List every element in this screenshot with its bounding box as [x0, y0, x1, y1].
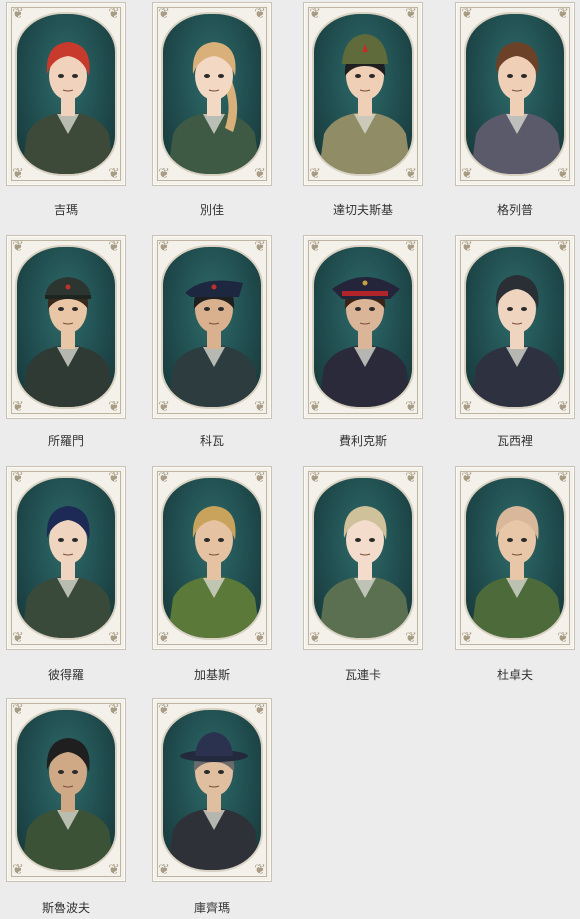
character-figure	[318, 506, 412, 638]
character-name: 杜卓夫	[496, 668, 533, 682]
character-name: 科瓦	[199, 434, 224, 448]
character-portrait	[464, 245, 566, 409]
character-figure	[21, 277, 115, 407]
character-card[interactable]: ❦ ❦ ❦ ❦	[6, 2, 126, 186]
character-figure	[318, 34, 412, 174]
character-figure	[21, 42, 115, 174]
character-card[interactable]: ❦ ❦ ❦ ❦	[152, 698, 272, 882]
character-portrait	[312, 476, 414, 640]
character-card[interactable]: ❦ ❦ ❦ ❦	[303, 2, 423, 186]
character-name: 瓦西裡	[496, 434, 533, 448]
character-figure	[470, 42, 564, 174]
character-portrait	[161, 12, 263, 176]
character-portrait	[15, 12, 117, 176]
character-name: 費利克斯	[338, 434, 387, 448]
character-figure	[167, 42, 261, 174]
character-name: 庫齊瑪	[193, 901, 230, 915]
character-card[interactable]: ❦ ❦ ❦ ❦	[455, 2, 575, 186]
character-card[interactable]: ❦ ❦ ❦ ❦	[6, 466, 126, 650]
character-figure	[21, 506, 115, 638]
character-name: 格列普	[496, 203, 533, 217]
character-portrait	[15, 245, 117, 409]
character-portrait	[312, 12, 414, 176]
character-portrait	[464, 476, 566, 640]
character-name: 別佳	[199, 203, 224, 217]
character-card[interactable]: ❦ ❦ ❦ ❦	[152, 466, 272, 650]
character-figure	[167, 506, 261, 638]
character-card[interactable]: ❦ ❦ ❦ ❦	[303, 235, 423, 419]
character-portrait	[161, 708, 263, 872]
character-card[interactable]: ❦ ❦ ❦ ❦	[152, 235, 272, 419]
character-figure	[318, 277, 412, 407]
character-name: 瓦連卡	[344, 668, 381, 682]
character-portrait	[15, 708, 117, 872]
character-name: 所羅門	[47, 434, 84, 448]
character-name: 達切夫斯基	[332, 203, 393, 217]
character-name: 彼得羅	[47, 668, 84, 682]
character-name: 吉瑪	[53, 203, 78, 217]
character-card[interactable]: ❦ ❦ ❦ ❦	[455, 235, 575, 419]
character-card[interactable]: ❦ ❦ ❦ ❦	[6, 235, 126, 419]
character-figure	[167, 732, 261, 870]
character-card[interactable]: ❦ ❦ ❦ ❦	[303, 466, 423, 650]
character-portrait	[464, 12, 566, 176]
character-portrait	[15, 476, 117, 640]
character-card[interactable]: ❦ ❦ ❦ ❦	[152, 2, 272, 186]
character-figure	[470, 506, 564, 638]
character-card[interactable]: ❦ ❦ ❦ ❦	[455, 466, 575, 650]
character-portrait	[312, 245, 414, 409]
character-figure	[21, 738, 115, 870]
character-figure	[167, 280, 261, 407]
character-portrait	[161, 245, 263, 409]
character-name: 加基斯	[193, 668, 230, 682]
character-name: 斯魯波夫	[41, 901, 90, 915]
character-portrait	[161, 476, 263, 640]
character-card[interactable]: ❦ ❦ ❦ ❦	[6, 698, 126, 882]
character-figure	[470, 275, 564, 407]
